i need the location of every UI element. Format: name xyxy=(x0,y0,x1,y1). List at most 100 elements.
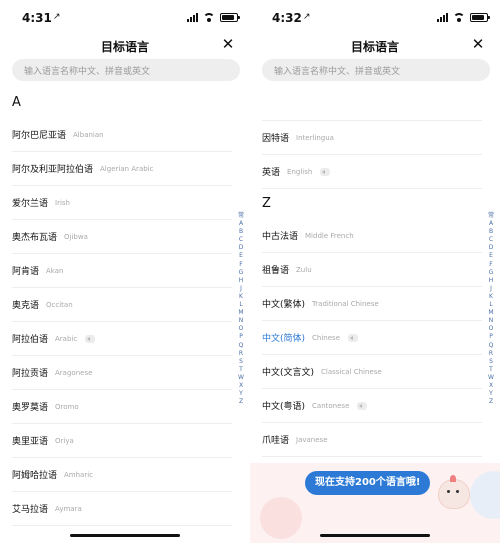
language-item[interactable]: 中文(简体) Chinese xyxy=(262,321,482,355)
language-item[interactable]: 阿肯语 Akan xyxy=(12,254,232,288)
language-item[interactable]: 艾马拉语 Aymara xyxy=(12,492,232,526)
index-letter[interactable]: H xyxy=(239,277,244,285)
index-letter[interactable]: E xyxy=(489,252,493,260)
language-item[interactable]: 奥克语 Occitan xyxy=(12,288,232,322)
index-letter[interactable]: P xyxy=(489,333,493,341)
index-letter[interactable]: N xyxy=(239,317,244,325)
index-letter[interactable]: G xyxy=(489,269,494,277)
language-item[interactable]: 奥杰布瓦语 Ojibwa xyxy=(12,220,232,254)
language-item[interactable]: 奥罗莫语 Oromo xyxy=(12,390,232,424)
search-input[interactable] xyxy=(12,61,240,83)
language-name: 阿尔巴尼亚语 xyxy=(12,131,67,141)
index-letter[interactable]: J xyxy=(240,285,242,293)
search-bar[interactable] xyxy=(12,59,240,83)
header: 目标语言 ✕ xyxy=(250,36,500,56)
close-icon[interactable]: ✕ xyxy=(470,36,486,52)
search-input[interactable] xyxy=(262,61,490,83)
alphabet-index[interactable]: 常ABCDEFGHJKLMNOPQRSTWXYZ xyxy=(236,212,246,406)
index-letter[interactable]: Z xyxy=(239,398,243,406)
language-item[interactable]: 爪哇语 Javanese xyxy=(262,423,482,457)
index-letter[interactable]: M xyxy=(238,309,243,317)
index-letter[interactable]: O xyxy=(239,325,244,333)
index-letter[interactable]: P xyxy=(239,333,243,341)
index-letter[interactable]: X xyxy=(489,382,493,390)
index-letter[interactable]: Q xyxy=(489,342,494,350)
language-item[interactable]: 阿尔及利亚阿拉伯语 Algerian Arabic xyxy=(12,152,232,186)
index-letter[interactable]: F xyxy=(239,261,242,269)
alphabet-index[interactable]: 常ABCDEFGHJKLMNOPQRSTWXYZ xyxy=(486,212,496,406)
status-icons xyxy=(187,12,240,22)
index-letter[interactable]: B xyxy=(489,228,493,236)
index-letter[interactable]: D xyxy=(239,244,244,252)
index-letter[interactable]: X xyxy=(239,382,243,390)
index-letter[interactable]: Y xyxy=(489,390,493,398)
language-item[interactable]: 奥里亚语 Oriya xyxy=(12,424,232,458)
page-title: 目标语言 xyxy=(350,40,399,54)
language-english-name: Irish xyxy=(55,198,70,207)
index-letter[interactable]: G xyxy=(239,269,244,277)
index-letter[interactable]: S xyxy=(489,358,493,366)
index-letter[interactable]: N xyxy=(489,317,494,325)
language-item[interactable] xyxy=(262,106,482,121)
language-english-name: Traditional Chinese xyxy=(312,299,379,308)
language-item[interactable]: 阿姆哈拉语 Amharic xyxy=(12,458,232,492)
index-letter[interactable]: T xyxy=(489,366,493,374)
language-name: 奥杰布瓦语 xyxy=(12,233,58,243)
screen-left: 4:31 ↗ 目标语言 ✕ A 阿尔巴尼亚语 Albanian 阿尔及利亚阿拉伯语 Al… xyxy=(0,0,250,543)
index-letter[interactable]: R xyxy=(239,350,243,358)
index-letter[interactable]: K xyxy=(239,293,243,301)
index-letter[interactable]: W xyxy=(488,374,494,382)
language-item[interactable]: 阿拉贡语 Aragonese xyxy=(12,356,232,390)
language-item[interactable]: 祖鲁语 Zulu xyxy=(262,253,482,287)
status-bar: 4:31 ↗ xyxy=(0,0,250,36)
promo-banner: 现在支持200个语言哦! xyxy=(250,463,500,543)
language-name: 因特语 xyxy=(262,134,290,144)
language-item[interactable]: 因特语 Interlingua xyxy=(262,121,482,155)
index-letter[interactable]: C xyxy=(239,236,243,244)
index-letter[interactable]: H xyxy=(489,277,494,285)
index-letter[interactable]: 常 xyxy=(238,212,244,220)
index-letter[interactable]: F xyxy=(489,261,492,269)
index-letter[interactable]: W xyxy=(238,374,244,382)
language-english-name: Oromo xyxy=(55,402,79,411)
index-letter[interactable]: L xyxy=(239,301,242,309)
language-english-name: English xyxy=(287,167,313,176)
index-letter[interactable]: T xyxy=(239,366,243,374)
language-item[interactable]: 中文(粤语) Cantonese xyxy=(262,389,482,423)
language-item[interactable]: 中古法语 Middle French xyxy=(262,219,482,253)
language-item[interactable]: 中文(繁体) Traditional Chinese xyxy=(262,287,482,321)
index-letter[interactable]: Y xyxy=(239,390,243,398)
section-header: Z xyxy=(262,196,271,211)
language-english-name: Ojibwa xyxy=(64,232,88,241)
language-item[interactable]: 阿尔巴尼亚语 Albanian xyxy=(12,118,232,152)
index-letter[interactable]: C xyxy=(489,236,493,244)
index-letter[interactable]: O xyxy=(489,325,494,333)
promo-bubble[interactable]: 现在支持200个语言哦! xyxy=(305,471,431,495)
index-letter[interactable]: 常 xyxy=(488,212,494,220)
language-english-name: Aymara xyxy=(55,504,82,513)
index-letter[interactable]: M xyxy=(488,309,493,317)
index-letter[interactable]: Z xyxy=(489,398,493,406)
language-item[interactable]: 阿拉伯语 Arabic xyxy=(12,322,232,356)
language-english-name: Occitan xyxy=(46,300,73,309)
index-letter[interactable]: E xyxy=(239,252,243,260)
language-name: 英语 xyxy=(262,168,281,178)
language-item[interactable]: 爱尔兰语 Irish xyxy=(12,186,232,220)
index-letter[interactable]: L xyxy=(489,301,492,309)
index-letter[interactable]: D xyxy=(489,244,494,252)
signal-icon xyxy=(187,12,198,22)
language-item[interactable]: 中文(文言文) Classical Chinese xyxy=(262,355,482,389)
index-letter[interactable]: R xyxy=(489,350,493,358)
language-name: 中文(粤语) xyxy=(262,402,306,412)
index-letter[interactable]: B xyxy=(239,228,243,236)
index-letter[interactable]: A xyxy=(239,220,243,228)
close-icon[interactable]: ✕ xyxy=(220,36,236,52)
index-letter[interactable]: Q xyxy=(239,342,244,350)
language-item[interactable]: 英语 English xyxy=(262,155,482,189)
index-letter[interactable]: A xyxy=(489,220,493,228)
index-letter[interactable]: S xyxy=(239,358,243,366)
language-english-name: Zulu xyxy=(296,265,312,274)
search-bar[interactable] xyxy=(262,59,490,83)
index-letter[interactable]: K xyxy=(489,293,493,301)
index-letter[interactable]: J xyxy=(490,285,492,293)
